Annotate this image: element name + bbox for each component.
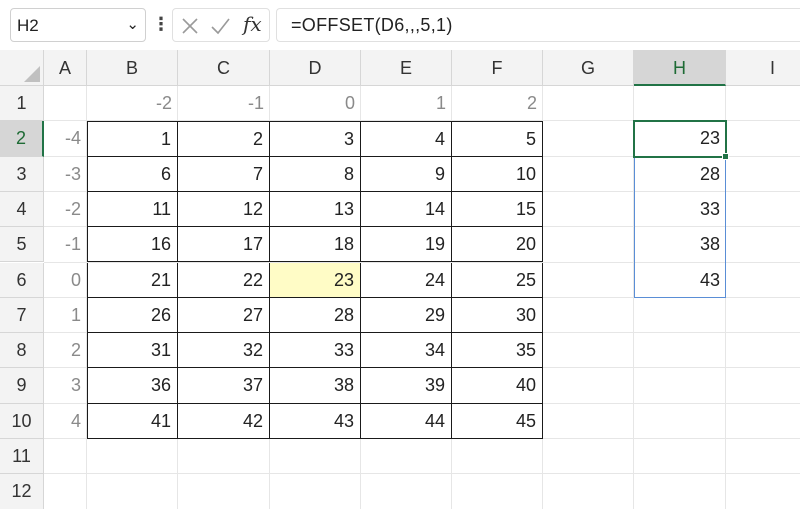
cell-d10[interactable]: 43 (270, 403, 361, 439)
row-header-4[interactable]: 4 (0, 191, 44, 228)
cell-c4[interactable]: 12 (178, 191, 270, 228)
cell-b10[interactable]: 41 (87, 403, 178, 439)
row-header-1[interactable]: 1 (0, 86, 44, 122)
cell-f4[interactable]: 15 (452, 191, 543, 228)
cell-e6[interactable]: 24 (361, 262, 452, 298)
cell-a2[interactable]: -4 (44, 121, 87, 156)
cell-b5[interactable]: 16 (87, 227, 178, 263)
more-options-icon[interactable]: ⋮ (152, 13, 170, 37)
cell-d3[interactable]: 8 (270, 156, 361, 192)
cell-f7[interactable]: 30 (452, 297, 543, 334)
cell-b2[interactable]: 1 (87, 121, 178, 157)
cell-e4[interactable]: 14 (361, 191, 452, 228)
cell-a8[interactable]: 2 (44, 333, 87, 368)
cell-e7[interactable]: 29 (361, 297, 452, 334)
cell-b7[interactable]: 26 (87, 297, 178, 334)
cell-f9[interactable]: 40 (452, 368, 543, 404)
formula-input[interactable]: =OFFSET(D6,,,5,1) (276, 8, 800, 42)
cell-e1[interactable]: 1 (361, 86, 452, 121)
cell-e2[interactable]: 4 (361, 121, 452, 157)
cell-b1[interactable]: -2 (87, 86, 178, 121)
cell-b9[interactable]: 36 (87, 368, 178, 404)
cell-c3[interactable]: 7 (178, 156, 270, 192)
cell-a7[interactable]: 1 (44, 298, 87, 333)
cell-a4[interactable]: -2 (44, 192, 87, 227)
cell-f2[interactable]: 5 (452, 121, 543, 157)
cell-b6[interactable]: 21 (87, 262, 178, 298)
row-header-5[interactable]: 5 (0, 227, 44, 263)
cell-f10[interactable]: 45 (452, 403, 543, 439)
fill-handle[interactable] (722, 152, 729, 160)
cell-f3[interactable]: 10 (452, 156, 543, 192)
cell-e10[interactable]: 44 (361, 403, 452, 439)
cell-a3[interactable]: -3 (44, 157, 87, 192)
row-header-9[interactable]: 9 (0, 368, 44, 404)
select-all-button[interactable] (0, 50, 44, 86)
insert-function-icon[interactable]: fx (243, 12, 262, 36)
cell-d5[interactable]: 18 (270, 227, 361, 263)
formula-bar: H2 ⌄ ⋮ fx =OFFSET(D6,,,5,1) (0, 0, 800, 50)
row-header-8[interactable]: 8 (0, 333, 44, 369)
row-header-7[interactable]: 7 (0, 297, 44, 334)
cell-a6[interactable]: 0 (44, 263, 87, 298)
cell-d4[interactable]: 13 (270, 191, 361, 228)
cell-d9[interactable]: 38 (270, 368, 361, 404)
cell-d8[interactable]: 33 (270, 333, 361, 369)
name-box[interactable]: H2 ⌄ (10, 8, 146, 42)
row-header-11[interactable]: 11 (0, 439, 44, 475)
column-header-g[interactable]: G (543, 50, 634, 86)
cell-c10[interactable]: 42 (178, 403, 270, 439)
cell-a5[interactable]: -1 (44, 227, 87, 262)
enter-check-icon[interactable] (209, 15, 231, 37)
cell-b8[interactable]: 31 (87, 333, 178, 369)
cell-c7[interactable]: 27 (178, 297, 270, 334)
cancel-icon[interactable] (179, 15, 201, 37)
cell-d7[interactable]: 28 (270, 297, 361, 334)
chevron-down-icon[interactable]: ⌄ (126, 15, 139, 33)
select-all-triangle-icon (24, 66, 40, 82)
cell-e8[interactable]: 34 (361, 333, 452, 369)
cell-d2[interactable]: 3 (270, 121, 361, 157)
cell-d1[interactable]: 0 (270, 86, 361, 121)
row-header-6[interactable]: 6 (0, 262, 44, 298)
cell-f8[interactable]: 35 (452, 333, 543, 369)
cell-b3[interactable]: 6 (87, 156, 178, 192)
cell-e3[interactable]: 9 (361, 156, 452, 192)
formula-text[interactable]: =OFFSET(D6,,,5,1) (291, 15, 453, 36)
cell-c9[interactable]: 37 (178, 368, 270, 404)
cell-a9[interactable]: 3 (44, 368, 87, 403)
cell-f1[interactable]: 2 (452, 86, 543, 121)
cell-e5[interactable]: 19 (361, 227, 452, 263)
column-header-c[interactable]: C (178, 50, 270, 86)
column-header-i[interactable]: I (726, 50, 800, 86)
cell-c8[interactable]: 32 (178, 333, 270, 369)
column-header-b[interactable]: B (87, 50, 178, 86)
cell-a10[interactable]: 4 (44, 404, 87, 439)
column-header-a[interactable]: A (44, 50, 87, 86)
cell-c1[interactable]: -1 (178, 86, 270, 121)
column-header-e[interactable]: E (361, 50, 452, 86)
cell-c5[interactable]: 17 (178, 227, 270, 263)
row-header-10[interactable]: 10 (0, 403, 44, 439)
name-box-value[interactable]: H2 (17, 16, 39, 36)
row-header-3[interactable]: 3 (0, 156, 44, 192)
column-header-h[interactable]: H (634, 50, 726, 86)
column-header-d[interactable]: D (270, 50, 361, 86)
active-cell-outline[interactable] (633, 119, 727, 159)
row-header-2[interactable]: 2 (0, 121, 44, 157)
worksheet-grid: A B C D E F G H I 1 2 3 4 5 6 7 8 9 10 11 12 -2 -1 0 1 2 -4 -3 -2 -1 0… (0, 50, 800, 509)
column-header-f[interactable]: F (452, 50, 543, 86)
cell-c2[interactable]: 2 (178, 121, 270, 157)
cell-c6[interactable]: 22 (178, 262, 270, 298)
formula-buttons: fx (172, 8, 270, 42)
cell-d6[interactable]: 23 (270, 262, 361, 298)
cell-b4[interactable]: 11 (87, 191, 178, 228)
row-header-12[interactable]: 12 (0, 474, 44, 509)
cell-f5[interactable]: 20 (452, 227, 543, 263)
gridline (44, 473, 800, 475)
cell-f6[interactable]: 25 (452, 262, 543, 298)
cell-e9[interactable]: 39 (361, 368, 452, 404)
